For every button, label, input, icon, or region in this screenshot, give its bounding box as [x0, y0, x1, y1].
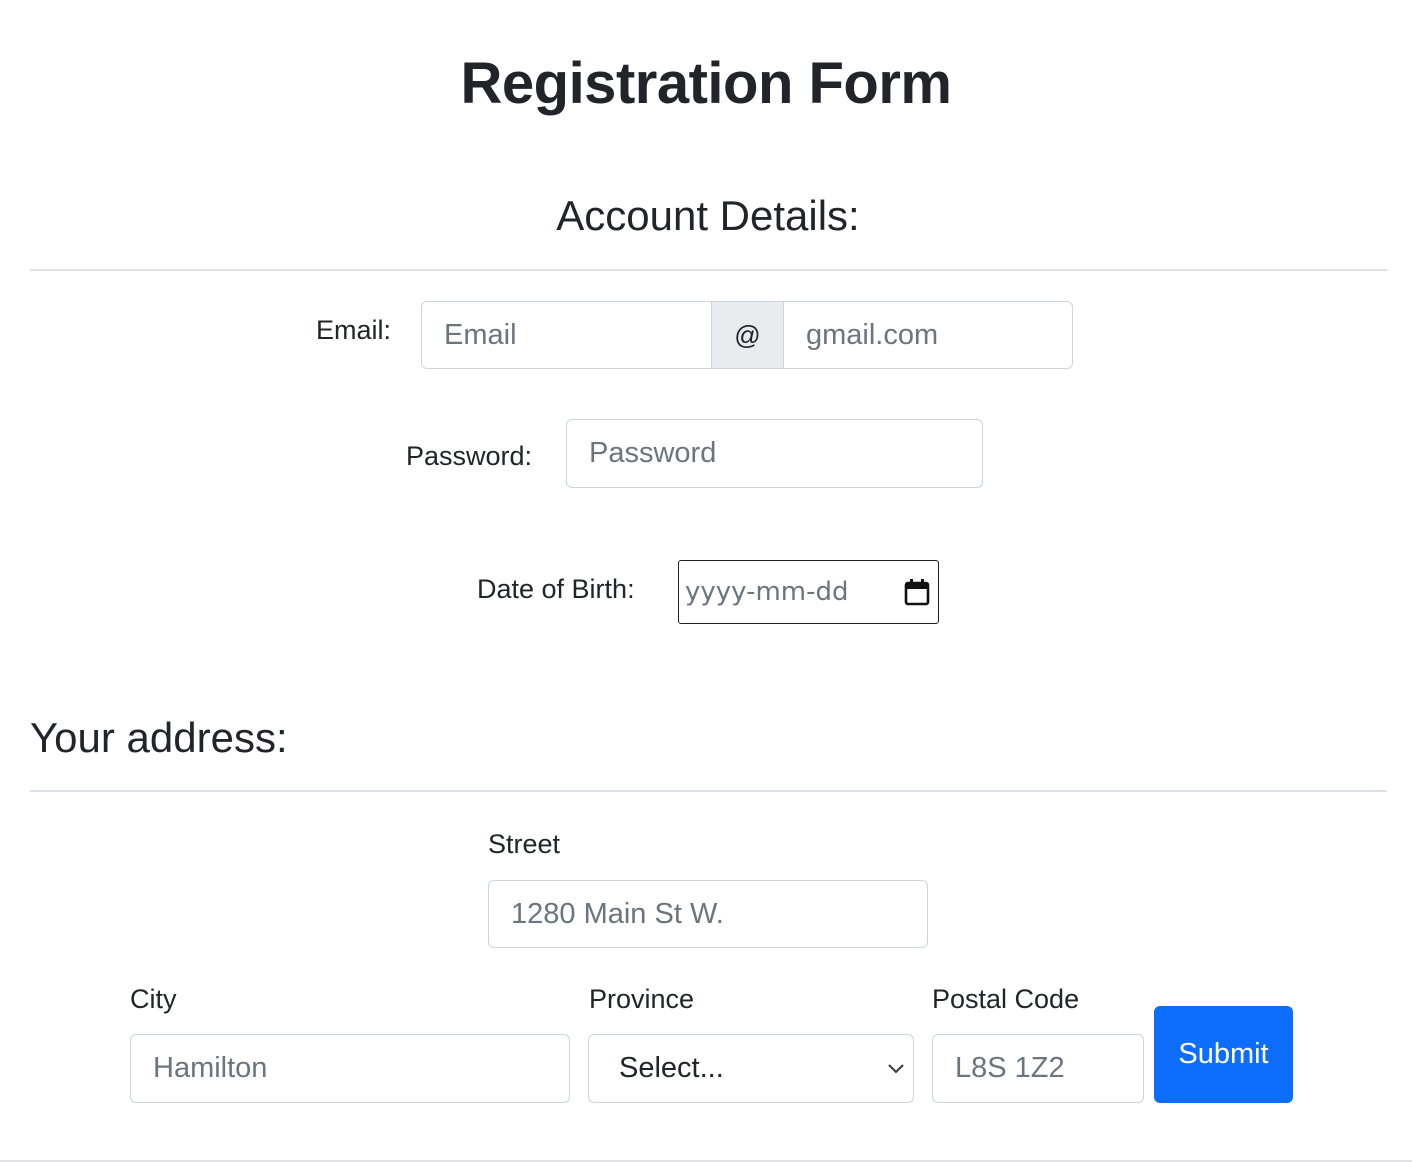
city-placeholder: Hamilton: [153, 1052, 268, 1084]
city-label: City: [130, 984, 177, 1014]
street-placeholder: 1280 Main St W.: [511, 897, 724, 930]
email-domain-field[interactable]: gmail.com: [783, 301, 1073, 369]
dob-placeholder: yyyy-mm-dd: [685, 577, 849, 607]
chevron-down-icon: [888, 1064, 904, 1074]
password-placeholder: Password: [589, 437, 717, 469]
submit-button[interactable]: Submit: [1154, 1006, 1293, 1103]
city-field[interactable]: Hamilton: [130, 1034, 570, 1103]
account-details-heading: Account Details:: [556, 192, 860, 239]
at-sign-addon: @: [711, 301, 784, 369]
address-divider: [30, 790, 1387, 792]
postal-code-label: Postal Code: [932, 984, 1080, 1014]
email-domain-placeholder: gmail.com: [806, 318, 939, 351]
dob-date-input[interactable]: yyyy-mm-dd: [678, 560, 939, 624]
calendar-icon[interactable]: [904, 578, 930, 606]
address-heading: Your address:: [30, 714, 288, 761]
email-label: Email:: [316, 315, 392, 345]
province-selected-value: Select...: [619, 1052, 724, 1084]
postal-code-field[interactable]: L8S 1Z2: [932, 1034, 1144, 1103]
password-label: Password:: [406, 441, 533, 471]
province-select[interactable]: Select...: [588, 1034, 914, 1103]
postal-code-placeholder: L8S 1Z2: [955, 1052, 1065, 1084]
street-label: Street: [488, 829, 561, 859]
email-placeholder: Email: [444, 318, 517, 351]
dob-label: Date of Birth:: [477, 574, 635, 604]
province-label: Province: [589, 984, 695, 1014]
email-field[interactable]: Email: [421, 301, 712, 369]
page-title: Registration Form: [460, 51, 953, 116]
account-divider: [30, 269, 1387, 271]
street-field[interactable]: 1280 Main St W.: [488, 880, 928, 948]
password-field[interactable]: Password: [566, 419, 983, 488]
